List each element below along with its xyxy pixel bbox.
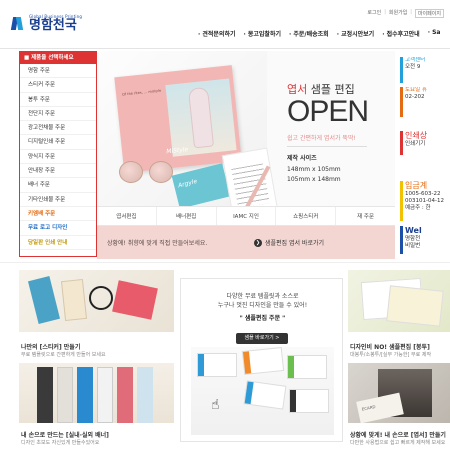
sticker-promo-sub: 무료 템플릿으로 간편하게 만들어 보세요: [21, 352, 106, 358]
pointer-hand-icon: ☝: [211, 397, 220, 413]
banner-promo-card[interactable]: 내 손으로 만드는 [실내·실외 배너] 디자인 초보도 자신있게 만들수있어요: [19, 363, 174, 450]
sample-edit-card[interactable]: 다양한 무료 템플릿과 소스로 누구나 멋진 디자인을 만들 수 있어! " 샘…: [180, 278, 343, 442]
banner-promo-image: [19, 363, 174, 423]
size-label: 제작 사이즈: [287, 155, 317, 162]
header-divider: [0, 48, 450, 49]
postcard-promo-title: 상황에 맞게! 내 손으로 [엽서] 만들기: [350, 432, 446, 439]
utility-nav: 로그인 | 회원가입 | 마이페이지: [367, 9, 444, 18]
envelope-promo-title: 디자인비 NO! 샘플편집 [봉투]: [350, 344, 430, 351]
cta-link[interactable]: ❯ 샘플편집 엽서 바로가기: [254, 238, 324, 247]
quick-saturday[interactable]: 토요일 휴 02-202: [400, 87, 450, 117]
tab-shopping-sticker[interactable]: 쇼핑스티커: [276, 207, 337, 225]
menu-item-special-1[interactable]: 키엠배 주문: [20, 207, 96, 222]
postcard-note: Of the rites, ... mistyle: [121, 88, 162, 97]
sample-edit-line2: 누구나 멋진 디자인을 만들 수 있어!: [217, 302, 308, 309]
quick-bank-account[interactable]: 입금계 1005-603-22 003101-04-12 예금주 : 한: [400, 181, 450, 221]
menu-item-digital[interactable]: 디지털인쇄 주문: [20, 135, 96, 150]
postcard-promo-sub: 다만한 사용법으로 쉽고 빠르게 제작해 보세요: [350, 440, 446, 446]
size-value-2: 105mm x 148mm: [287, 176, 341, 183]
sample-shortcut-button[interactable]: 샘플 바로가기 >: [236, 333, 288, 344]
gnb-item-guide[interactable]: · 접수후고안내: [382, 29, 420, 38]
main-nav: · 견적문의하기 · 몽고입찰하기 · 주문/배송조회 · 교정시안보기 · 접…: [198, 29, 440, 38]
menu-item-etc[interactable]: 기타인쇄물 주문: [20, 193, 96, 207]
envelope-promo-image: [348, 270, 450, 332]
util-separator: |: [384, 9, 386, 15]
menu-item-flyer[interactable]: 전단지 주문: [20, 107, 96, 122]
product-menu: ■ 제품을 선택하세요 명함 주문 스티커 주문 봉투 주문 전단지 주문 광고…: [19, 51, 97, 257]
envelope-promo-sub: 대봉투/소봉투/[실무 가능한] 무료 제작: [350, 352, 432, 358]
banner-divider: [287, 146, 367, 147]
banner-cta-bar: 상황에! 취향에 맞게 직접 만들어보세요. ❯ 샘플편집 엽서 바로가기: [97, 226, 395, 259]
util-separator: |: [410, 9, 412, 15]
postcard-promo-image: ECARD: [348, 363, 450, 424]
quick-panel: 고객센터 오전 9 토요일 휴 02-202 인쇄상 인쇄기기 입금계 1005-60…: [400, 51, 450, 259]
quick-print-status[interactable]: 인쇄상 인쇄기기: [400, 131, 450, 155]
logo-mark-icon: [10, 15, 26, 31]
menu-item-brochure[interactable]: 안내장 주문: [20, 164, 96, 179]
banner-desc: 쉽고 간편하게 엽서가 뚝딱!: [287, 135, 356, 142]
arrow-right-icon: ❯: [254, 238, 262, 247]
gnb-item-more[interactable]: · Sa: [428, 29, 441, 38]
banner-tabs: 엽서편집 배너편집 IAMC 지인 쇼핑스티커 재 주문: [97, 206, 395, 226]
banner-promo-sub: 디자인 초보도 자신있게 만들수있어요: [21, 440, 100, 446]
menu-item-ad-print[interactable]: 광고전채물 주문: [20, 121, 96, 136]
main-banner[interactable]: Of the rites, ... mistyle MiStyle Argyle…: [97, 51, 395, 259]
sample-edit-image: ☝: [191, 346, 334, 435]
menu-item-envelope[interactable]: 봉투 주문: [20, 93, 96, 107]
login-link[interactable]: 로그인: [367, 9, 381, 18]
gnb-item-bid[interactable]: · 몽고입찰하기: [244, 29, 282, 38]
logo-name: 명함천국: [29, 18, 77, 33]
cta-text: 상황에! 취향에 맞게 직접 만들어보세요.: [107, 240, 208, 247]
banner-title: OPEN: [287, 95, 369, 128]
postcard-promo-card[interactable]: ECARD 상황에 맞게! 내 손으로 [엽서] 만들기 다만한 사용법으로 쉽…: [348, 363, 450, 450]
sunglasses-image: [119, 155, 179, 185]
menu-item-form[interactable]: 양식지 주문: [20, 150, 96, 165]
section-divider: [0, 262, 450, 263]
menu-item-sticker[interactable]: 스티커 주문: [20, 78, 96, 93]
sample-edit-line1: 다양한 무료 템플릿과 소스로: [226, 293, 299, 300]
join-link[interactable]: 회원가입: [389, 9, 407, 18]
banner-promo-title: 내 손으로 만드는 [실내·실외 배너]: [21, 432, 109, 439]
product-menu-header: ■ 제품을 선택하세요: [20, 52, 96, 64]
gnb-item-estimate[interactable]: · 견적문의하기: [198, 29, 236, 38]
sticker-promo-image: [19, 270, 174, 332]
site-logo[interactable]: Global Business Printing 명함천국: [10, 14, 82, 33]
tab-banner-edit[interactable]: 배너편집: [157, 207, 217, 225]
tab-iamc[interactable]: IAMC 지인: [217, 207, 277, 225]
envelope-promo-card[interactable]: 디자인비 NO! 샘플편집 [봉투] 대봉투/소봉투/[실무 가능한] 무료 제…: [348, 270, 450, 360]
sticker-promo-title: 나만의 [스티커] 만들기: [21, 344, 81, 351]
tab-postcard-edit[interactable]: 엽서편집: [97, 207, 157, 225]
quick-welcome[interactable]: Wel 명함천 비밀번: [400, 226, 450, 254]
menu-item-same-day[interactable]: 당일판 인쇄 안내: [20, 236, 96, 250]
size-value-1: 148mm x 105mm: [287, 166, 341, 173]
sample-edit-title: " 샘플편집 주문 ": [239, 315, 286, 322]
menu-item-namecard[interactable]: 명함 주문: [20, 64, 96, 79]
tab-reorder[interactable]: 재 주문: [336, 207, 395, 225]
gnb-item-order-track[interactable]: · 주문/배송조회: [289, 29, 329, 38]
gnb-item-proof[interactable]: · 교정시안보기: [337, 29, 375, 38]
menu-item-free-logo[interactable]: 무료 로고 디자인: [20, 221, 96, 236]
menu-item-banner[interactable]: 배너 주문: [20, 178, 96, 193]
mypage-link[interactable]: 마이페이지: [414, 9, 444, 18]
sticker-promo-card[interactable]: 나만의 [스티커] 만들기 무료 템플릿으로 간편하게 만들어 보세요: [19, 270, 174, 360]
postcard-photo: [165, 78, 237, 157]
quick-customer-center[interactable]: 고객센터 오전 9: [400, 57, 450, 83]
